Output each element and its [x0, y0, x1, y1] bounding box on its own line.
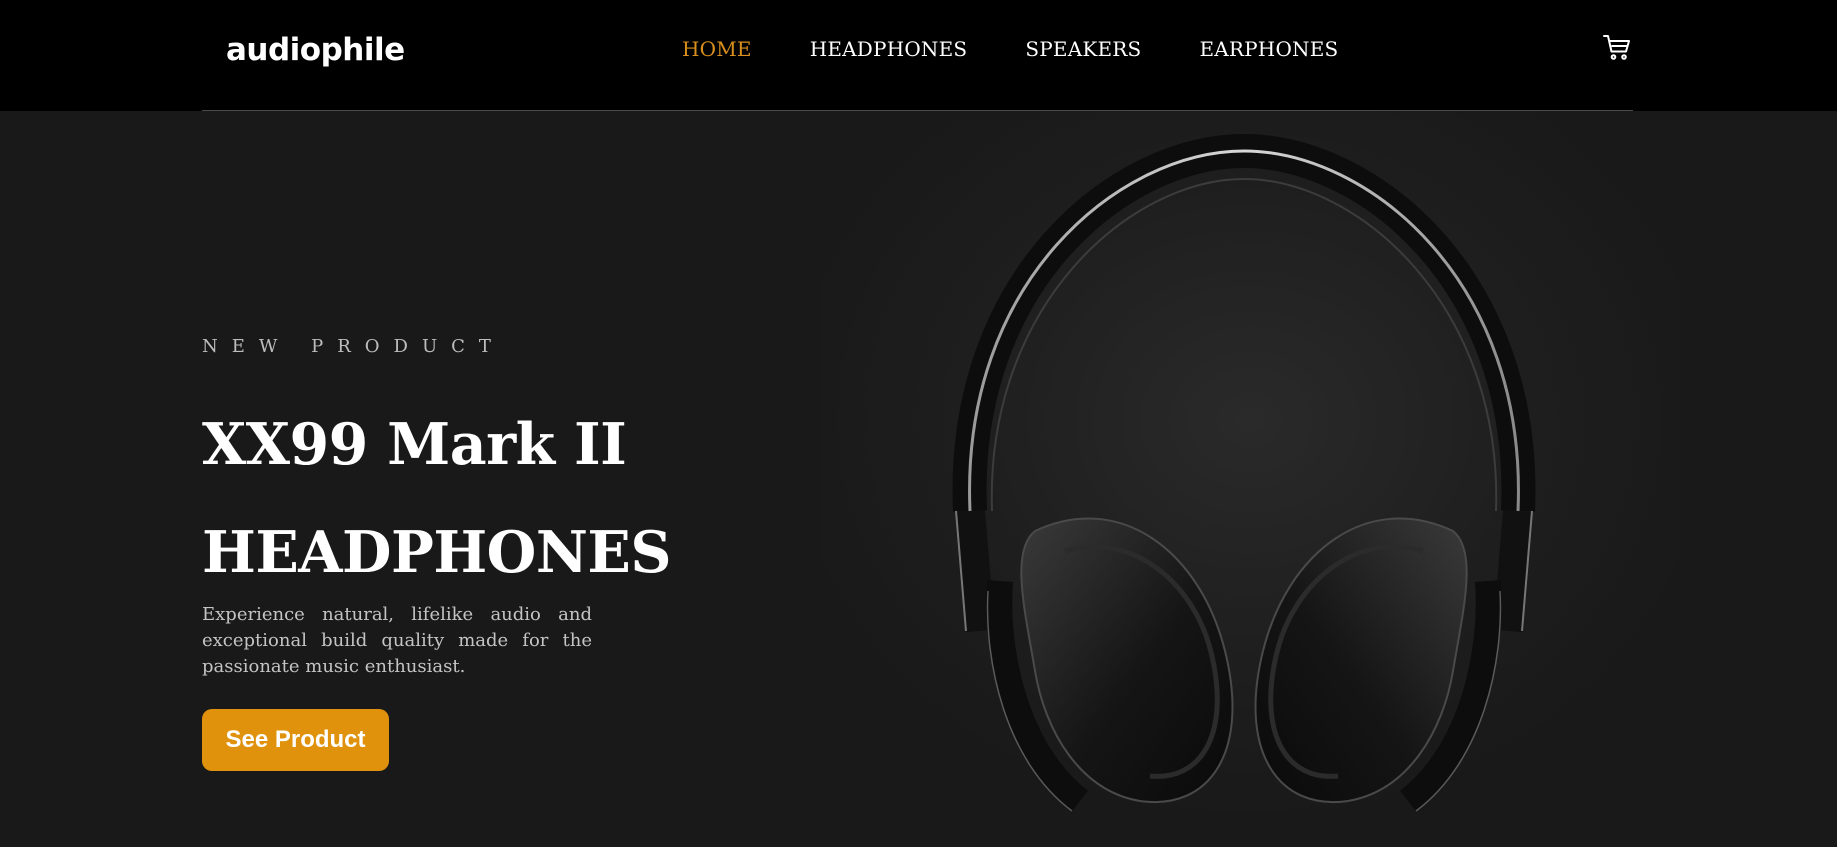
- see-product-button[interactable]: See Product: [202, 709, 389, 771]
- hero-title-line-2: HEADPHONES: [202, 519, 672, 586]
- hero-description: Experience natural, lifelike audio and e…: [202, 604, 592, 677]
- site-header: audiophile HOME HEADPHONES SPEAKERS EARP…: [0, 0, 1837, 111]
- headphones-image: [820, 111, 1680, 847]
- main-nav: HOME HEADPHONES SPEAKERS EARPHONES: [682, 34, 1338, 64]
- site-logo[interactable]: audiophile: [226, 30, 405, 70]
- nav-item-earphones[interactable]: EARPHONES: [1199, 34, 1338, 64]
- page: audiophile HOME HEADPHONES SPEAKERS EARP…: [0, 0, 1837, 847]
- cart-icon[interactable]: [1602, 33, 1632, 63]
- hero-title-line-1: XX99 Mark II: [202, 411, 627, 478]
- hero-title: XX99 Mark II HEADPHONES: [202, 391, 672, 607]
- new-product-eyebrow: NEW PRODUCT: [202, 336, 505, 357]
- nav-item-home[interactable]: HOME: [682, 34, 752, 64]
- nav-item-headphones[interactable]: HEADPHONES: [810, 34, 968, 64]
- nav-item-speakers[interactable]: SPEAKERS: [1025, 34, 1141, 64]
- hero-section: NEW PRODUCT XX99 Mark II HEADPHONES Expe…: [0, 111, 1837, 847]
